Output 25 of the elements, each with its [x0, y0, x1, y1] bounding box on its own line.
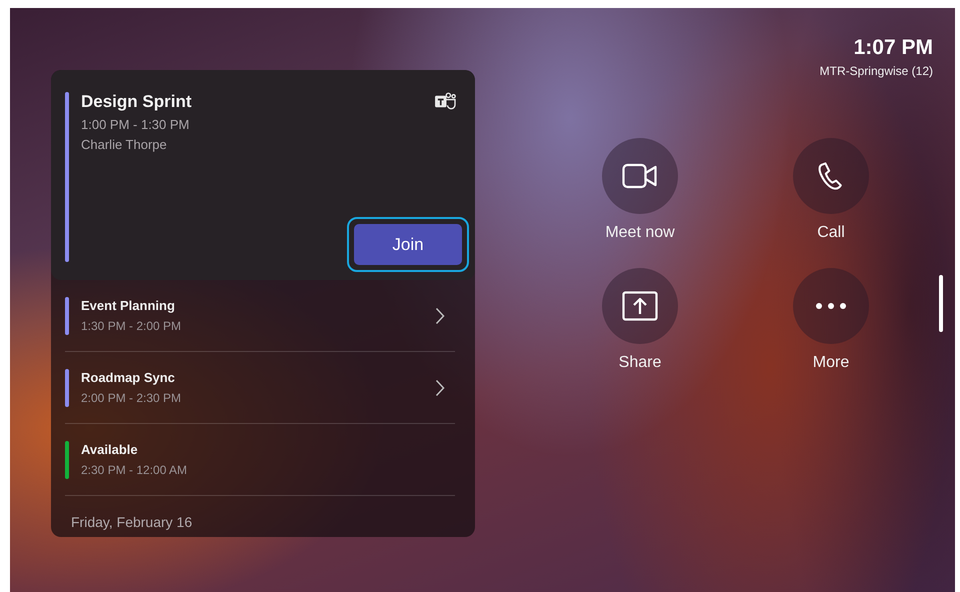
agenda-item[interactable]: Available 2:30 PM - 12:00 AM	[65, 424, 455, 496]
more-icon	[816, 303, 846, 309]
video-camera-icon	[622, 163, 658, 189]
meeting-time: 2:30 PM - 12:00 AM	[81, 463, 188, 477]
meeting-time: 1:00 PM - 1:30 PM	[81, 117, 190, 132]
meeting-title: Available	[81, 442, 139, 457]
meeting-title: Design Sprint	[81, 92, 192, 112]
action-label: Call	[817, 224, 845, 242]
teams-logo-icon	[434, 92, 457, 111]
meeting-title: Roadmap Sync	[81, 370, 176, 385]
share-screen-icon	[622, 291, 658, 321]
join-button[interactable]: Join	[354, 224, 462, 265]
agenda-item[interactable]: Roadmap Sync 2:00 PM - 2:30 PM	[65, 352, 455, 424]
action-label: Share	[618, 354, 662, 372]
phone-icon	[817, 161, 845, 191]
meeting-time: 1:30 PM - 2:00 PM	[81, 319, 182, 333]
action-label: Meet now	[605, 224, 675, 242]
clock-time: 1:07 PM	[854, 36, 933, 60]
meeting-title: Event Planning	[81, 298, 176, 313]
date-label: Friday, February 16	[71, 514, 194, 530]
action-label: More	[812, 354, 850, 372]
meeting-organizer: Charlie Thorpe	[81, 137, 168, 152]
room-name: MTR-Springwise (12)	[820, 64, 933, 78]
meeting-time: 2:00 PM - 2:30 PM	[81, 391, 182, 405]
agenda-item[interactable]: Event Planning 1:30 PM - 2:00 PM	[65, 280, 455, 352]
